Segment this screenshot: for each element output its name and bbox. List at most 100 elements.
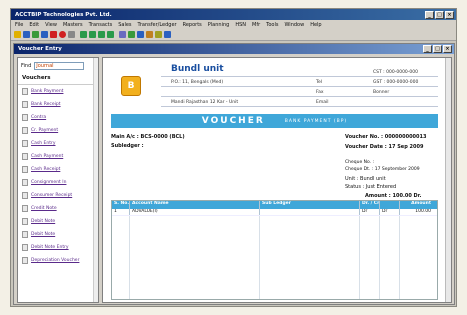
child-close-button[interactable]: × [443, 45, 452, 53]
unit: Unit : Bundl unit [345, 176, 386, 182]
cheque-number: Cheque No. : [345, 160, 375, 165]
col-amount: Amount [411, 201, 431, 206]
menu-file[interactable]: File [15, 22, 23, 28]
sidebar-item[interactable]: Bank Payment [18, 85, 98, 98]
child-minimize-button[interactable]: _ [423, 45, 432, 53]
document-icon [22, 179, 28, 186]
search-input[interactable]: Journal [34, 62, 85, 70]
email-label: Email [316, 100, 329, 105]
document-icon [22, 257, 28, 264]
save-icon[interactable] [23, 31, 30, 38]
attach-icon[interactable] [119, 31, 126, 38]
table-row[interactable]: 1 ADVALUE(I) Dr Dr 100.00 [112, 209, 437, 216]
sidebar-item[interactable]: Cash Payment [18, 150, 98, 163]
menu-hsn[interactable]: HSN [235, 22, 246, 28]
help-icon[interactable] [164, 31, 171, 38]
new-icon[interactable] [14, 31, 21, 38]
sidebar-item[interactable]: Cr. Payment [18, 124, 98, 137]
last-record-icon[interactable] [107, 31, 114, 38]
next-record-icon[interactable] [98, 31, 105, 38]
maximize-button[interactable]: □ [435, 10, 444, 19]
sidebar-item[interactable]: Cash Entry [18, 137, 98, 150]
sidebar-item[interactable]: Consumer Receipt [18, 189, 98, 202]
previous-record-icon[interactable] [89, 31, 96, 38]
menu-edit[interactable]: Edit [29, 22, 39, 28]
preview-scrollbar[interactable] [445, 58, 451, 302]
col-account-name: Account Name [130, 201, 260, 209]
col-sno: S. No. [112, 201, 130, 209]
voucher-lines-table: S. No. Account Name Sub Ledger Dr. / Cr.… [111, 200, 438, 300]
document-icon [22, 114, 28, 121]
sidebar-item[interactable]: Debit Note [18, 215, 98, 228]
sidebar-item[interactable]: Cash Receipt [18, 163, 98, 176]
close-button[interactable]: × [445, 10, 454, 19]
document-icon [22, 192, 28, 199]
tools-icon[interactable] [155, 31, 162, 38]
company-address-1: P.O.: 11, Bengals (Med) [171, 80, 224, 85]
report-icon[interactable] [137, 31, 144, 38]
document-icon [22, 231, 28, 238]
voucher-preview: B Bundl unit P.O.: 11, Bengals (Med) Man… [102, 57, 452, 303]
voucher-entry-window: Voucher Entry _ □ × Find Journal Voucher… [13, 43, 455, 305]
menu-mfr[interactable]: Mfr [252, 22, 260, 28]
divider [161, 96, 438, 97]
child-maximize-button[interactable]: □ [433, 45, 442, 53]
delete-icon[interactable] [50, 31, 57, 38]
col-dr-cr: Dr. / Cr. [360, 201, 380, 209]
company-name: Bundl unit [171, 64, 224, 74]
menu-tools[interactable]: Tools [266, 22, 278, 28]
table-empty-area [112, 216, 437, 299]
divider [161, 106, 438, 107]
sidebar-item[interactable]: Debit Note Entry [18, 241, 98, 254]
col-sub-ledger: Sub Ledger [260, 201, 360, 209]
menu-masters[interactable]: Masters [63, 22, 83, 28]
document-icon [22, 205, 28, 212]
menu-view[interactable]: View [45, 22, 57, 28]
cst-number: CST : 000-0000-000 [373, 70, 419, 75]
menu-reports[interactable]: Reports [183, 22, 202, 28]
document-icon [22, 244, 28, 251]
voucher-title: VOUCHER [201, 116, 265, 126]
sidebar-item[interactable]: Debit Note [18, 228, 98, 241]
check-icon[interactable] [32, 31, 39, 38]
toolbar [11, 29, 456, 41]
sidebar-item[interactable]: Depreciation Voucher [18, 254, 98, 267]
menu-window[interactable]: Window [284, 22, 304, 28]
sidebar-item[interactable]: Credit Note [18, 202, 98, 215]
first-record-icon[interactable] [80, 31, 87, 38]
stop-icon[interactable] [59, 31, 66, 38]
company-header: B Bundl unit P.O.: 11, Bengals (Med) Man… [111, 62, 438, 110]
refresh-icon[interactable] [128, 31, 135, 38]
document-icon [22, 140, 28, 147]
lock-icon[interactable] [146, 31, 153, 38]
company-logo-icon: B [121, 76, 141, 96]
status: Status : Just Entered [345, 184, 397, 190]
menu-transfer[interactable]: Transfer/Ledger [138, 22, 177, 28]
menu-transacts[interactable]: Transacts [89, 22, 113, 28]
vouchers-heading: Vouchers [18, 72, 98, 85]
company-address-2: Mandi Rajasthan 12 Kar - Unit [171, 100, 239, 105]
document-icon [22, 166, 28, 173]
document-icon [22, 88, 28, 95]
sub-ledger: Subledger : [111, 143, 144, 149]
app-title-bar: ACCTBIP Technologies Pvt. Ltd. _ □ × [11, 9, 456, 20]
voucher-banner: VOUCHER BANK PAYMENT (BP) [111, 114, 438, 128]
menu-help[interactable]: Help [310, 22, 321, 28]
menu-planning[interactable]: Planning [208, 22, 230, 28]
sidebar-scrollbar[interactable] [93, 58, 98, 302]
sidebar-item[interactable]: Consignment In [18, 176, 98, 189]
document-icon [22, 153, 28, 160]
table-header: S. No. Account Name Sub Ledger Dr. / Cr.… [112, 201, 437, 209]
sidebar-item[interactable]: Contra [18, 111, 98, 124]
document-icon [22, 127, 28, 134]
divider [161, 76, 438, 77]
minimize-button[interactable]: _ [425, 10, 434, 19]
print-icon[interactable] [41, 31, 48, 38]
col-blank [380, 201, 400, 209]
menu-bar: File Edit View Masters Transacts Sales T… [11, 20, 456, 29]
menu-sales[interactable]: Sales [118, 22, 131, 28]
sidebar-item[interactable]: Bank Receipt [18, 98, 98, 111]
voucher-type: BANK PAYMENT (BP) [284, 118, 348, 124]
find-icon[interactable] [68, 31, 75, 38]
app-title: ACCTBIP Technologies Pvt. Ltd. [15, 11, 112, 18]
